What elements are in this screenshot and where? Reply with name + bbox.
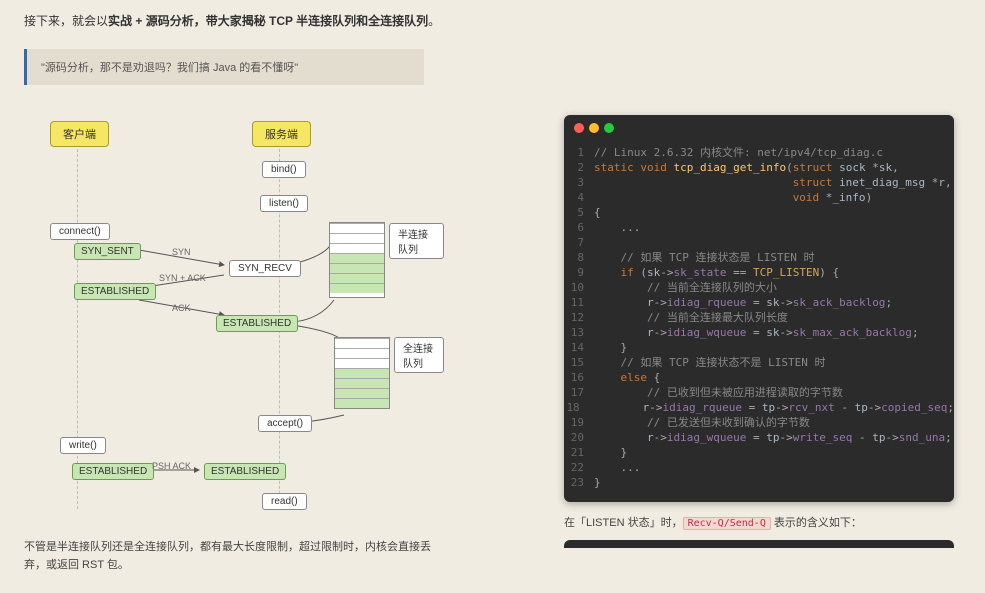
established-write: ESTABLISHED <box>72 463 154 480</box>
established-read: ESTABLISHED <box>204 463 286 480</box>
pshack-label: PSH ACK <box>152 461 191 471</box>
close-icon <box>574 123 584 133</box>
code-line: 18 r->idiag_rqueue = tp->rcv_nxt - tp->c… <box>564 400 954 415</box>
code-line: 14 } <box>564 340 954 355</box>
full-queue-label: 全连接队列 <box>394 337 444 373</box>
code-line: 7 <box>564 235 954 250</box>
connect-call: connect() <box>50 223 110 240</box>
half-connect-queue <box>329 222 385 298</box>
maximize-icon <box>604 123 614 133</box>
server-box: 服务端 <box>252 121 311 147</box>
code-line: 20 r->idiag_wqueue = tp->write_seq - tp-… <box>564 430 954 445</box>
right-bottom-text: 在「LISTEN 状态」时，Recv-Q/Send-Q 表示的含义如下： <box>564 514 954 530</box>
bind-call: bind() <box>262 161 306 178</box>
code-line: 19 // 已发送但未收到确认的字节数 <box>564 415 954 430</box>
intro-paragraph: 接下来，就会以实战 + 源码分析，带大家揭秘 TCP 半连接队列和全连接队列。 <box>24 12 961 31</box>
code-line: 4 void *_info) <box>564 190 954 205</box>
code-line: 12 // 当前全连接最大队列长度 <box>564 310 954 325</box>
syn-label: SYN <box>172 247 191 257</box>
client-box: 客户端 <box>50 121 109 147</box>
code-line: 6 ... <box>564 220 954 235</box>
code-line: 23} <box>564 475 954 490</box>
code-line: 13 r->idiag_wqueue = sk->sk_max_ack_back… <box>564 325 954 340</box>
code-line: 9 if (sk->sk_state == TCP_LISTEN) { <box>564 265 954 280</box>
code-body: 1// Linux 2.6.32 内核文件: net/ipv4/tcp_diag… <box>564 141 954 502</box>
minimize-icon <box>589 123 599 133</box>
half-queue-label: 半连接队列 <box>389 223 444 259</box>
code-line: 2static void tcp_diag_get_info(struct so… <box>564 160 954 175</box>
syn-recv-state: SYN_RECV <box>229 260 301 277</box>
read-call: read() <box>262 493 307 510</box>
code-line: 17 // 已收到但未被应用进程读取的字节数 <box>564 385 954 400</box>
synack-label: SYN + ACK <box>159 273 206 283</box>
code-line: 5{ <box>564 205 954 220</box>
write-call: write() <box>60 437 106 454</box>
syn-sent-state: SYN_SENT <box>74 243 141 260</box>
code-editor: 1// Linux 2.6.32 内核文件: net/ipv4/tcp_diag… <box>564 115 954 502</box>
ack-label: ACK <box>172 303 191 313</box>
code-line: 3 struct inet_diag_msg *r, <box>564 175 954 190</box>
established-server: ESTABLISHED <box>216 315 298 332</box>
accept-call: accept() <box>258 415 312 432</box>
inline-code: Recv-Q/Send-Q <box>683 517 771 530</box>
next-block-stub <box>564 540 954 548</box>
code-line: 8 // 如果 TCP 连接状态是 LISTEN 时 <box>564 250 954 265</box>
bottom-left-text: 不管是半连接队列还是全连接队列，都有最大长度限制，超过限制时，内核会直接丢弃，或… <box>24 539 444 574</box>
full-connect-queue <box>334 337 390 409</box>
code-line: 11 r->idiag_rqueue = sk->sk_ack_backlog; <box>564 295 954 310</box>
tcp-handshake-diagram: 客户端 服务端 bind() listen() connect() SYN_SE… <box>24 115 444 525</box>
code-line: 10 // 当前全连接队列的大小 <box>564 280 954 295</box>
editor-traffic-lights <box>564 115 954 141</box>
established-client: ESTABLISHED <box>74 283 156 300</box>
code-line: 15 // 如果 TCP 连接状态不是 LISTEN 时 <box>564 355 954 370</box>
listen-call: listen() <box>260 195 308 212</box>
code-column: 1// Linux 2.6.32 内核文件: net/ipv4/tcp_diag… <box>564 115 954 574</box>
code-line: 16 else { <box>564 370 954 385</box>
code-line: 1// Linux 2.6.32 内核文件: net/ipv4/tcp_diag… <box>564 145 954 160</box>
code-line: 22 ... <box>564 460 954 475</box>
diagram-column: 客户端 服务端 bind() listen() connect() SYN_SE… <box>24 115 444 574</box>
code-line: 21 } <box>564 445 954 460</box>
quote-block: "源码分析，那不是劝退吗？我们搞 Java 的看不懂呀" <box>24 49 424 85</box>
